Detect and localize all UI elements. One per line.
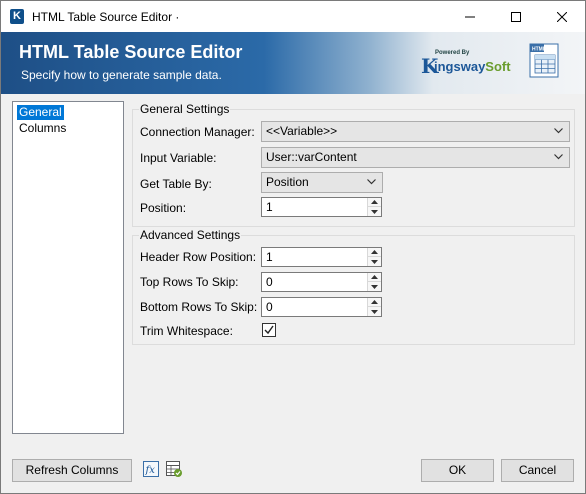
maximize-button[interactable] bbox=[493, 1, 539, 32]
input-variable-value: User::varContent bbox=[266, 150, 357, 164]
bottom-rows-to-skip-stepper[interactable]: 0 bbox=[261, 297, 382, 317]
page-list: General Columns bbox=[12, 101, 124, 434]
refresh-columns-button[interactable]: Refresh Columns bbox=[12, 459, 132, 482]
svg-text:fx: fx bbox=[145, 465, 156, 476]
arrow-down-icon bbox=[371, 209, 378, 214]
nav-item-columns[interactable]: Columns bbox=[17, 121, 68, 136]
cancel-button[interactable]: Cancel bbox=[501, 459, 574, 482]
app-icon: K bbox=[10, 9, 24, 24]
close-icon bbox=[557, 11, 567, 22]
position-stepper[interactable]: 1 bbox=[261, 197, 382, 217]
spin-buttons bbox=[367, 198, 381, 216]
spin-down-button[interactable] bbox=[368, 282, 381, 291]
spin-buttons bbox=[367, 273, 381, 291]
get-table-by-label: Get Table By: bbox=[140, 177, 212, 191]
spin-up-button[interactable] bbox=[368, 248, 381, 257]
arrow-down-icon bbox=[371, 284, 378, 289]
nav-item-general[interactable]: General bbox=[17, 105, 64, 120]
close-button[interactable] bbox=[539, 1, 585, 32]
trim-whitespace-checkbox[interactable] bbox=[262, 323, 276, 337]
connection-manager-label: Connection Manager: bbox=[140, 125, 255, 139]
banner-title: HTML Table Source Editor bbox=[19, 42, 243, 62]
spin-up-button[interactable] bbox=[368, 198, 381, 207]
banner-subtitle: Specify how to generate sample data. bbox=[21, 68, 222, 82]
spin-up-button[interactable] bbox=[368, 273, 381, 282]
chevron-down-icon bbox=[554, 154, 563, 160]
spin-buttons bbox=[367, 298, 381, 316]
checkmark-icon bbox=[264, 325, 274, 335]
arrow-up-icon bbox=[371, 250, 378, 254]
arrow-up-icon bbox=[371, 300, 378, 304]
title-bar: K HTML Table Source Editor · bbox=[1, 1, 585, 32]
input-variable-dropdown[interactable]: User::varContent bbox=[261, 147, 570, 168]
connection-manager-value: <<Variable>> bbox=[266, 124, 338, 138]
header-row-position-stepper[interactable]: 1 bbox=[261, 247, 382, 267]
position-label: Position: bbox=[140, 201, 187, 215]
html-table-icon: HTML bbox=[529, 43, 559, 78]
top-rows-to-skip-value: 0 bbox=[266, 275, 273, 289]
arrow-up-icon bbox=[371, 200, 378, 204]
variables-grid-icon[interactable] bbox=[165, 460, 183, 478]
ok-button[interactable]: OK bbox=[421, 459, 494, 482]
position-value: 1 bbox=[266, 200, 273, 214]
spin-up-button[interactable] bbox=[368, 298, 381, 307]
arrow-down-icon bbox=[371, 259, 378, 264]
kingswaysoft-logo: Powered By K ingswaySoft bbox=[421, 50, 511, 78]
maximize-icon bbox=[511, 11, 521, 22]
spin-down-button[interactable] bbox=[368, 257, 381, 266]
editor-window: K HTML Table Source Editor · HTML Table … bbox=[0, 0, 586, 494]
minimize-button[interactable] bbox=[447, 1, 493, 32]
header-banner: HTML Table Source Editor Specify how to … bbox=[1, 32, 585, 94]
spin-buttons bbox=[367, 248, 381, 266]
arrow-up-icon bbox=[371, 275, 378, 279]
content-panel bbox=[132, 345, 575, 435]
arrow-down-icon bbox=[371, 309, 378, 314]
general-settings-title: General Settings bbox=[139, 102, 231, 116]
spin-down-button[interactable] bbox=[368, 307, 381, 316]
svg-text:HTML: HTML bbox=[532, 47, 546, 53]
top-rows-to-skip-label: Top Rows To Skip: bbox=[140, 275, 239, 289]
header-row-position-value: 1 bbox=[266, 250, 273, 264]
spin-down-button[interactable] bbox=[368, 207, 381, 216]
minimize-icon bbox=[465, 16, 475, 17]
header-row-position-label: Header Row Position: bbox=[140, 250, 257, 264]
top-rows-to-skip-stepper[interactable]: 0 bbox=[261, 272, 382, 292]
window-title: HTML Table Source Editor · bbox=[32, 10, 180, 24]
get-table-by-dropdown[interactable]: Position bbox=[261, 172, 383, 193]
chevron-down-icon bbox=[367, 179, 376, 185]
expression-fx-icon[interactable]: fx bbox=[142, 460, 160, 478]
trim-whitespace-label: Trim Whitespace: bbox=[140, 324, 233, 338]
connection-manager-dropdown[interactable]: <<Variable>> bbox=[261, 121, 570, 142]
chevron-down-icon bbox=[554, 128, 563, 134]
get-table-by-value: Position bbox=[266, 175, 309, 189]
input-variable-label: Input Variable: bbox=[140, 151, 217, 165]
advanced-settings-title: Advanced Settings bbox=[139, 228, 242, 242]
bottom-rows-to-skip-label: Bottom Rows To Skip: bbox=[140, 300, 258, 314]
bottom-rows-to-skip-value: 0 bbox=[266, 300, 273, 314]
